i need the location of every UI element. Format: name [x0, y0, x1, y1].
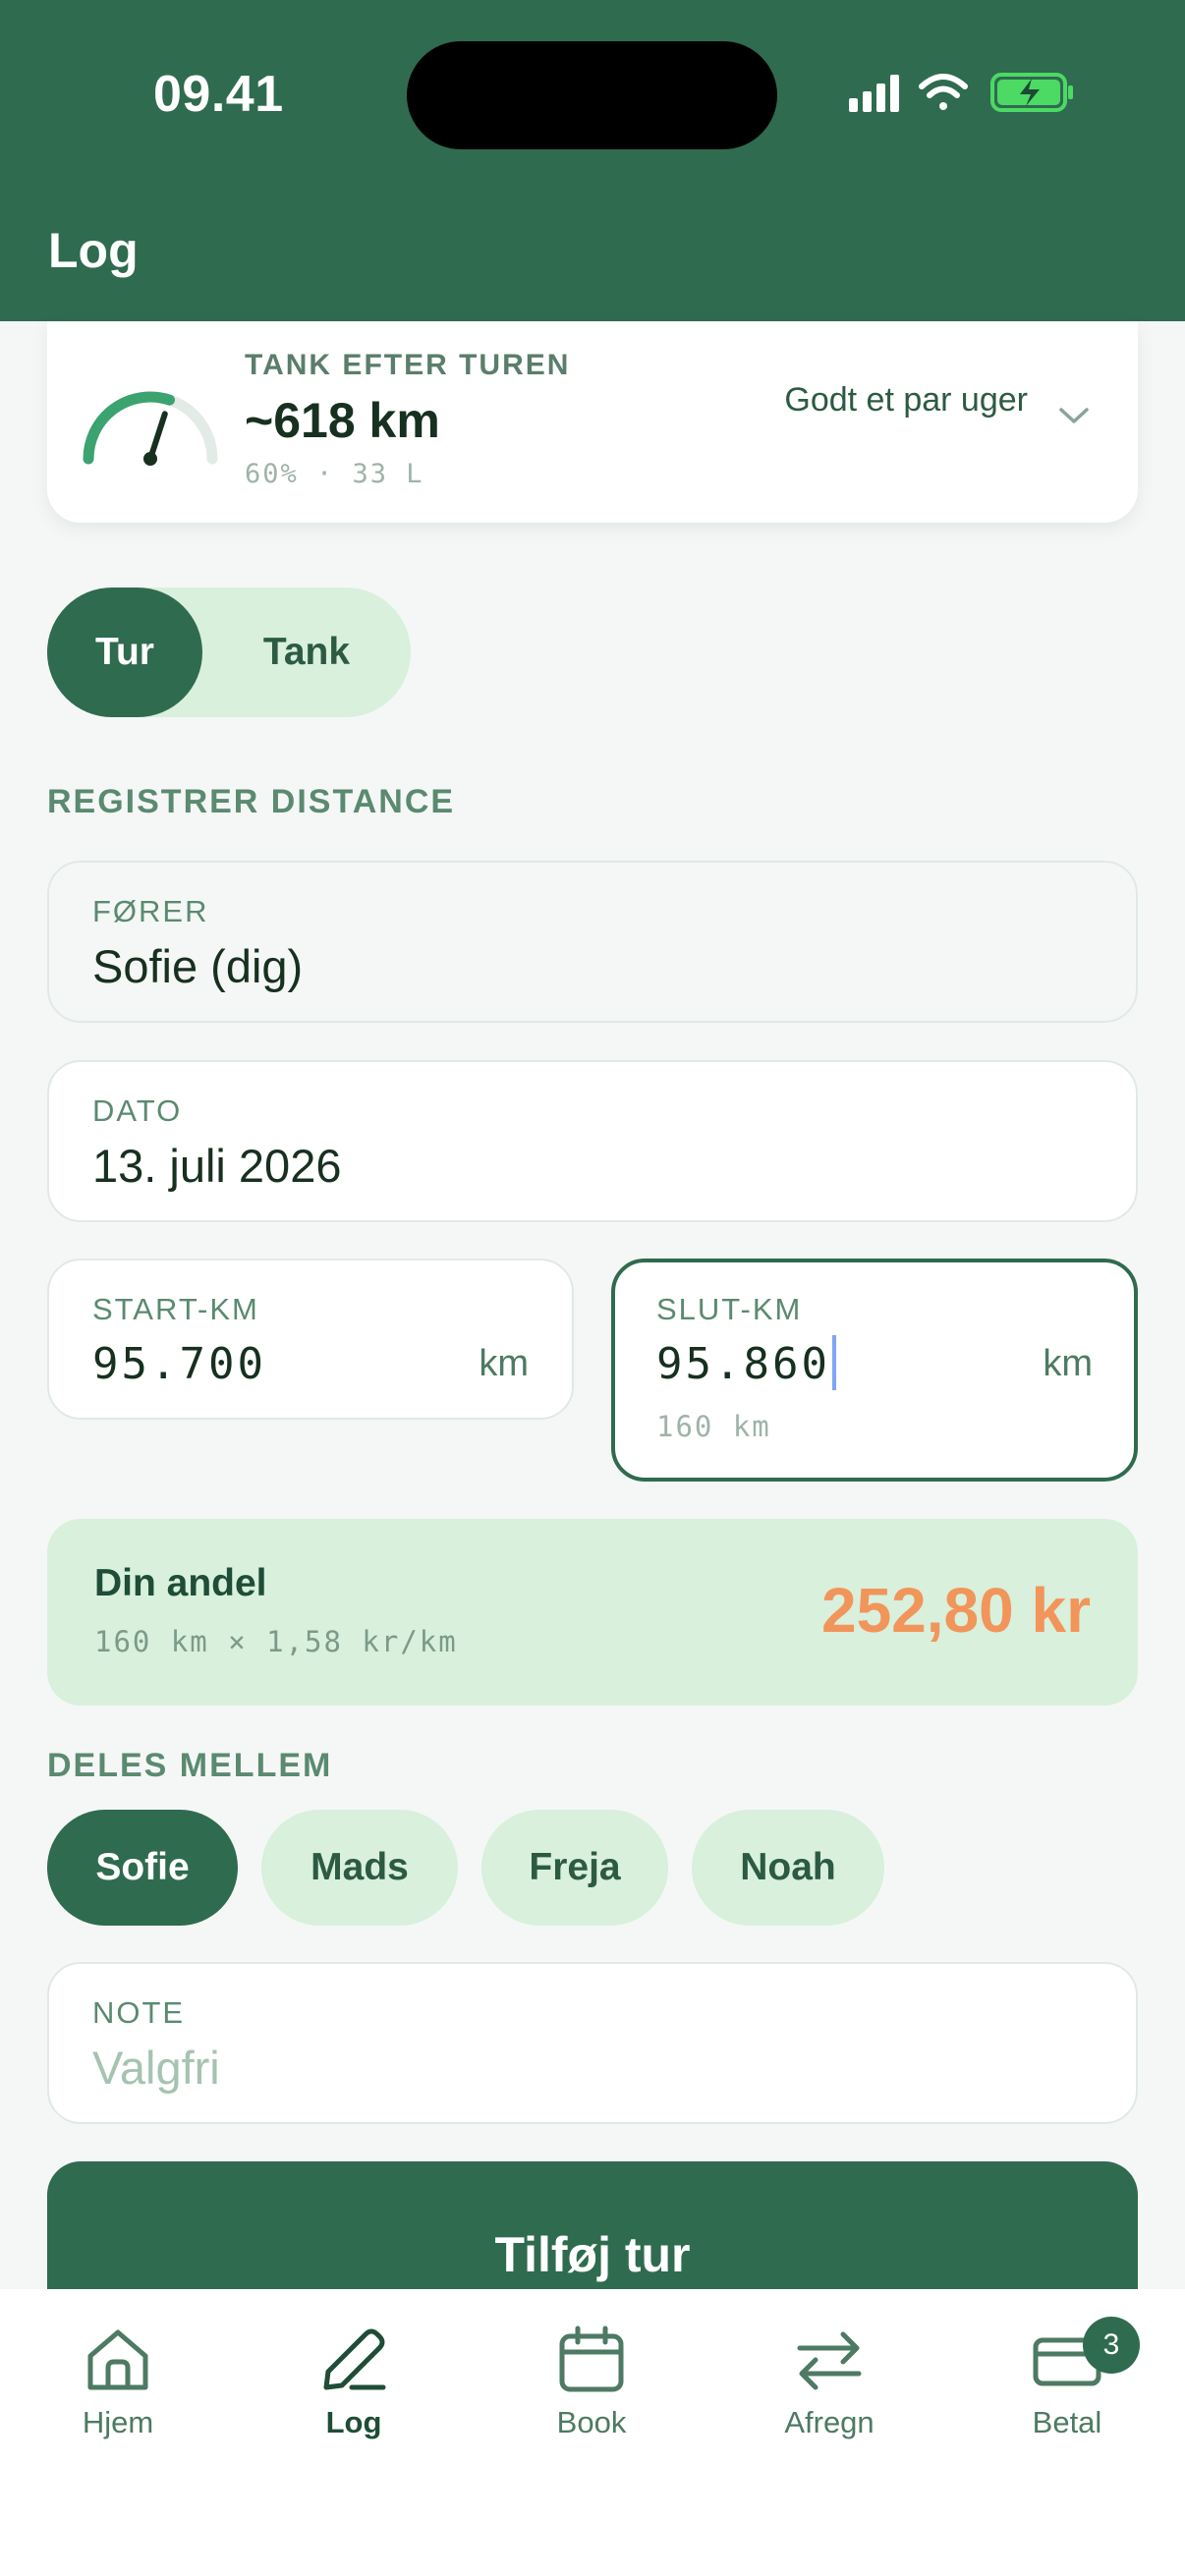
section-label-split: DELES MELLEM — [47, 1747, 333, 1784]
date-field[interactable]: DATO 13. juli 2026 — [47, 1060, 1138, 1222]
toggle-tur[interactable]: Tur — [47, 588, 202, 717]
tank-detail: 60% · 33 L — [245, 459, 424, 489]
end-km-label: SLUT-KM — [656, 1292, 803, 1326]
tab-home[interactable]: Hjem — [29, 2323, 206, 2440]
split-chip-mads[interactable]: Mads — [261, 1810, 458, 1926]
page-title: Log — [48, 223, 139, 278]
start-km-field[interactable]: START-KM 95.700 km — [47, 1259, 574, 1420]
driver-label: FØRER — [92, 894, 209, 928]
note-placeholder: Valgfri — [92, 2042, 220, 2094]
start-km-unit: km — [479, 1343, 529, 1384]
wifi-icon — [919, 74, 968, 110]
tank-label: TANK EFTER TUREN — [245, 349, 571, 381]
tab-book[interactable]: Book — [503, 2323, 680, 2440]
status-icons — [849, 73, 1073, 112]
note-field[interactable]: NOTE Valgfri — [47, 1962, 1138, 2124]
tab-betal-label: Betal — [1032, 2405, 1102, 2439]
notification-badge: 3 — [1083, 2317, 1140, 2374]
share-amount: 252,80 kr — [820, 1575, 1091, 1646]
tank-duration: Godt et par uger — [784, 381, 1028, 419]
section-label-register: REGISTRER DISTANCE — [47, 783, 456, 820]
calendar-icon — [559, 2325, 624, 2392]
end-km-distance-hint: 160 km — [656, 1410, 771, 1443]
date-label: DATO — [92, 1093, 183, 1128]
swap-arrows-icon — [797, 2331, 862, 2390]
split-chip-noah[interactable]: Noah — [692, 1810, 884, 1926]
dynamic-island — [407, 41, 777, 149]
chevron-down-icon[interactable] — [1057, 405, 1091, 426]
end-km-field[interactable]: SLUT-KM 95.860 km 160 km — [611, 1259, 1138, 1482]
share-title: Din andel — [94, 1562, 267, 1604]
toggle-tank[interactable]: Tank — [202, 588, 411, 717]
end-km-unit: km — [1043, 1343, 1093, 1384]
tank-range: ~618 km — [245, 393, 440, 448]
tab-book-label: Book — [556, 2405, 627, 2439]
mode-toggle: Tur Tank — [47, 588, 411, 717]
tab-afregn[interactable]: Afregn — [741, 2323, 918, 2440]
start-km-value: 95.700 — [92, 1339, 266, 1389]
end-km-value: 95.860 — [656, 1339, 830, 1389]
tab-afregn-label: Afregn — [784, 2405, 875, 2439]
start-km-label: START-KM — [92, 1292, 259, 1326]
app-header: 09.41 Log — [0, 0, 1185, 321]
status-time: 09.41 — [153, 66, 284, 123]
share-formula: 160 km × 1,58 kr/km — [94, 1625, 458, 1658]
pencil-icon — [323, 2328, 386, 2390]
fuel-gauge-needle — [147, 411, 168, 462]
note-label: NOTE — [92, 1995, 186, 2030]
signal-icon — [849, 75, 899, 112]
tab-log-label: Log — [325, 2405, 382, 2439]
tab-log[interactable]: Log — [265, 2323, 442, 2440]
tab-home-label: Hjem — [82, 2405, 154, 2439]
split-chip-sofie[interactable]: Sofie — [47, 1810, 238, 1926]
text-caret — [831, 1335, 836, 1390]
tank-estimate-card[interactable]: TANK EFTER TUREN ~618 km 60% · 33 L Godt… — [47, 321, 1138, 523]
home-icon — [87, 2329, 148, 2390]
fuel-gauge-icon — [83, 391, 218, 466]
share-summary-card: Din andel 160 km × 1,58 kr/km 252,80 kr — [47, 1519, 1138, 1706]
split-chip-freja[interactable]: Freja — [481, 1810, 668, 1926]
tab-betal[interactable]: 3 Betal — [979, 2317, 1156, 2440]
driver-value: Sofie (dig) — [92, 940, 304, 992]
date-value: 13. juli 2026 — [92, 1140, 342, 1192]
driver-field[interactable]: FØRER Sofie (dig) — [47, 861, 1138, 1023]
tab-bar: Hjem Log Book Afregn 3 Betal — [0, 2289, 1185, 2576]
end-km-input[interactable]: 95.860 — [656, 1335, 836, 1394]
battery-icon — [990, 73, 1073, 112]
